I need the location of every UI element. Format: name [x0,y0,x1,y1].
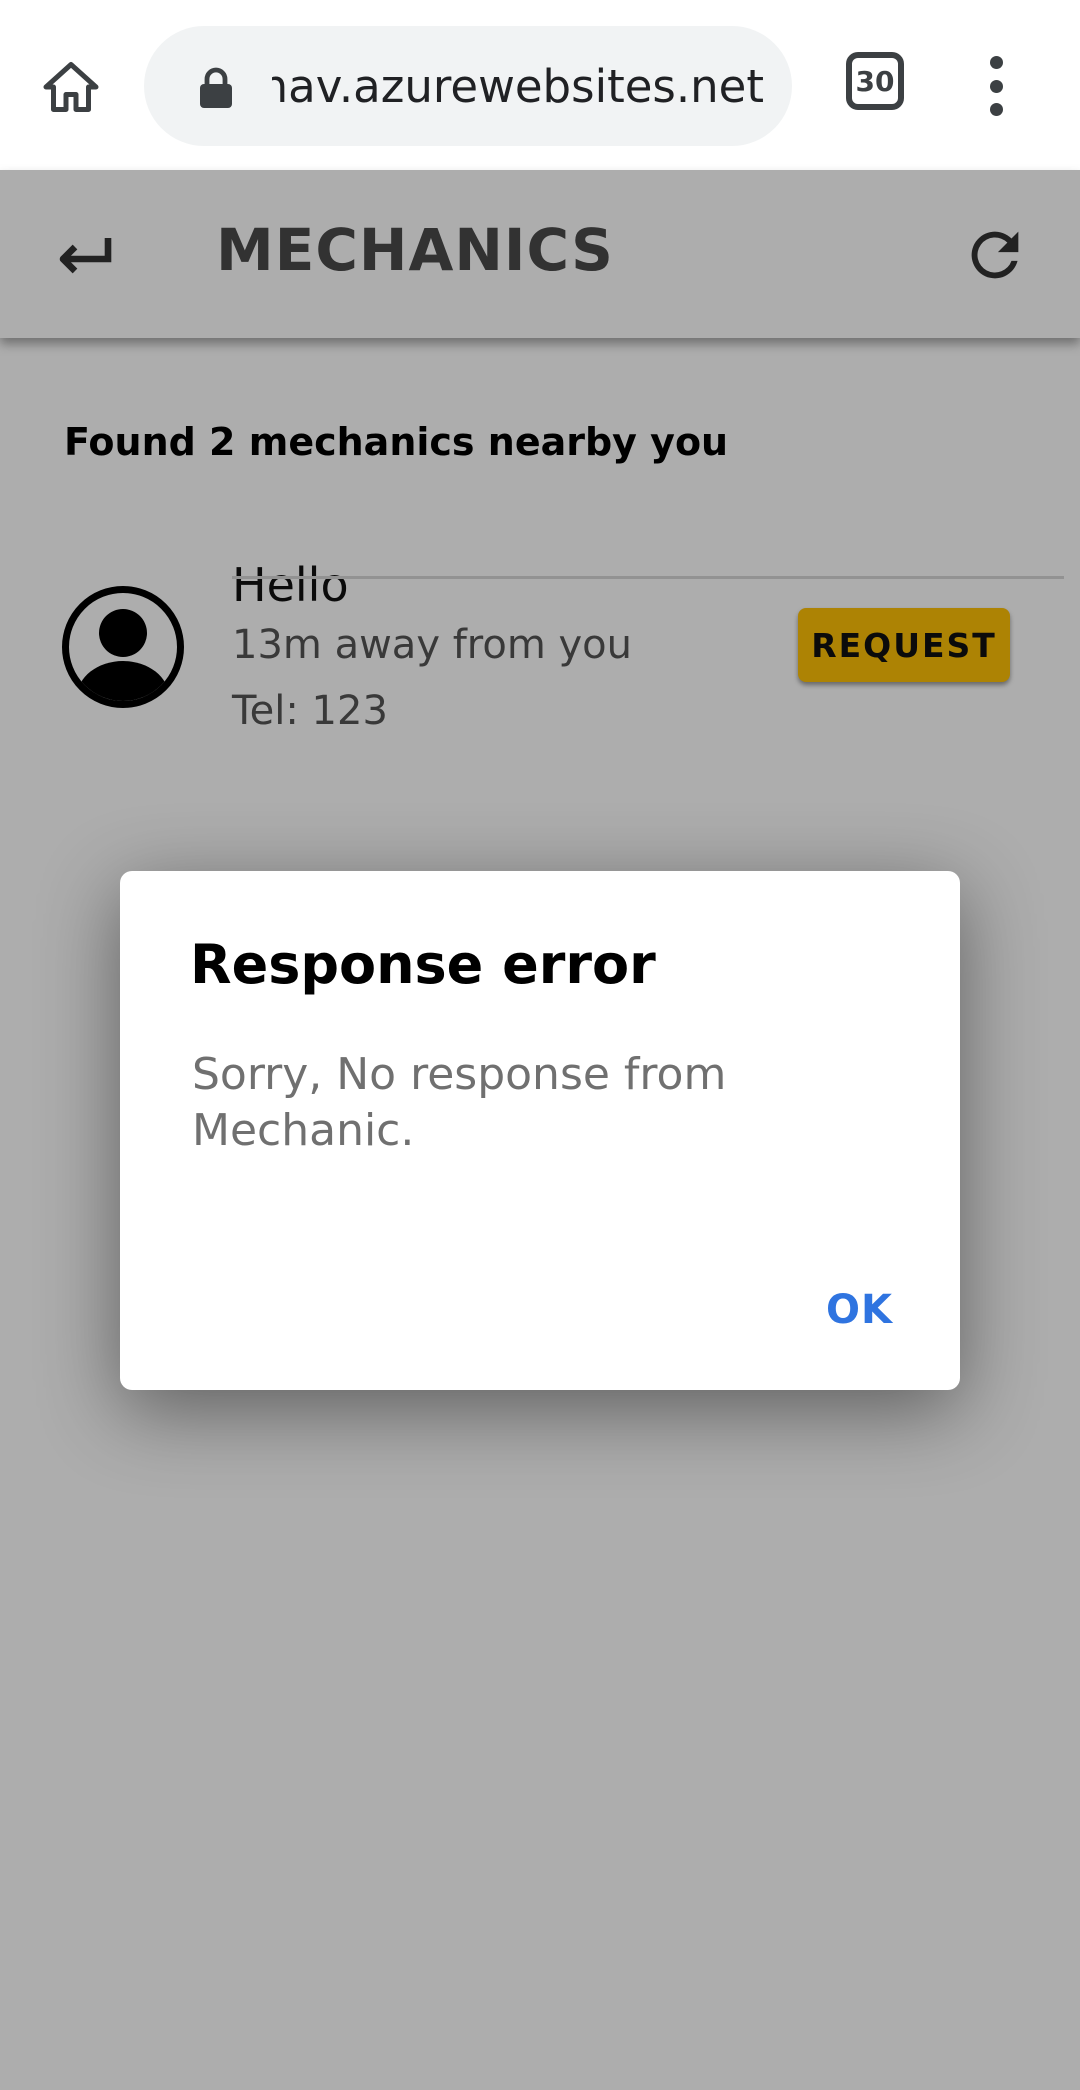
ok-button[interactable]: OK [816,1275,903,1345]
browser-toolbar: mnav.azurewebsites.net 30 [0,0,1080,170]
tab-count: 30 [855,64,895,98]
tab-switcher-button[interactable]: 30 [846,52,904,110]
url-text: mnav.azurewebsites.net [272,59,764,113]
more-vert-icon[interactable] [972,56,1020,116]
home-icon[interactable] [36,52,106,122]
error-dialog: Response error Sorry, No response from M… [120,871,960,1390]
dialog-title: Response error [190,933,656,996]
lock-icon [200,67,232,108]
address-bar[interactable]: mnav.azurewebsites.net [144,26,792,146]
dialog-message: Sorry, No response from Mechanic. [192,1049,727,1156]
